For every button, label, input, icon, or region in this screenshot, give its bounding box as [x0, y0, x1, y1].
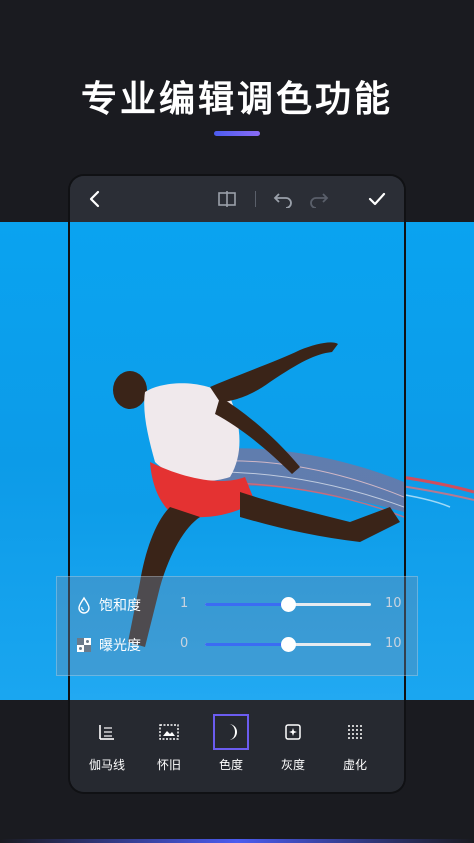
tool-gamma[interactable]: 伽马线	[82, 714, 132, 784]
phone-frame: 伽马线 怀旧 色度 灰度 虚化	[70, 176, 404, 792]
tool-chroma[interactable]: 色度	[206, 714, 256, 784]
exposure-row: 曝光度 0 10	[57, 625, 417, 665]
tool-vintage-label: 怀旧	[156, 758, 181, 772]
moon-icon	[213, 714, 249, 750]
bottom-glow	[0, 839, 474, 843]
saturation-min: 1	[180, 596, 189, 611]
gamma-icon	[89, 714, 125, 750]
tool-grayscale-label: 灰度	[280, 758, 305, 772]
tool-vintage[interactable]: 怀旧	[144, 714, 194, 784]
saturation-max: 10	[385, 596, 402, 611]
tool-blur-label: 虚化	[342, 758, 367, 772]
undo-button[interactable]	[270, 186, 296, 212]
tool-grayscale[interactable]: 灰度	[268, 714, 318, 784]
checkmark-icon	[368, 192, 386, 206]
saturation-slider-knob[interactable]	[281, 597, 296, 612]
vintage-photo-icon	[151, 714, 187, 750]
chevron-left-icon	[89, 190, 100, 208]
saturation-row: 饱和度 1 10	[57, 585, 417, 625]
confirm-button[interactable]	[364, 186, 390, 212]
redo-button[interactable]	[306, 186, 332, 212]
grayscale-icon	[275, 714, 311, 750]
headline-title: 专业编辑调色功能	[80, 79, 393, 120]
droplet-icon	[78, 596, 90, 614]
saturation-slider[interactable]	[205, 597, 371, 612]
headline-underline	[214, 131, 260, 136]
exposure-min: 0	[180, 636, 189, 651]
redo-icon	[310, 193, 329, 208]
compare-button[interactable]	[214, 186, 240, 212]
back-button[interactable]	[82, 186, 108, 212]
blur-icon	[337, 714, 373, 750]
tool-gamma-label: 伽马线	[88, 758, 125, 772]
editor-topbar	[70, 176, 404, 222]
exposure-slider[interactable]	[205, 637, 371, 652]
tool-chroma-label: 色度	[218, 758, 243, 772]
exposure-max: 10	[385, 636, 402, 651]
saturation-label: 饱和度	[99, 598, 141, 614]
editor-toolbar: 伽马线 怀旧 色度 灰度 虚化	[70, 700, 404, 792]
adjust-panel: 饱和度 1 10 曝光度 0 10	[56, 576, 418, 676]
tool-blur[interactable]: 虚化	[330, 714, 380, 784]
exposure-slider-knob[interactable]	[281, 637, 296, 652]
topbar-divider	[255, 191, 256, 207]
split-compare-icon	[218, 191, 236, 207]
exposure-icon	[77, 638, 91, 652]
undo-icon	[273, 193, 292, 208]
exposure-label: 曝光度	[99, 638, 141, 654]
